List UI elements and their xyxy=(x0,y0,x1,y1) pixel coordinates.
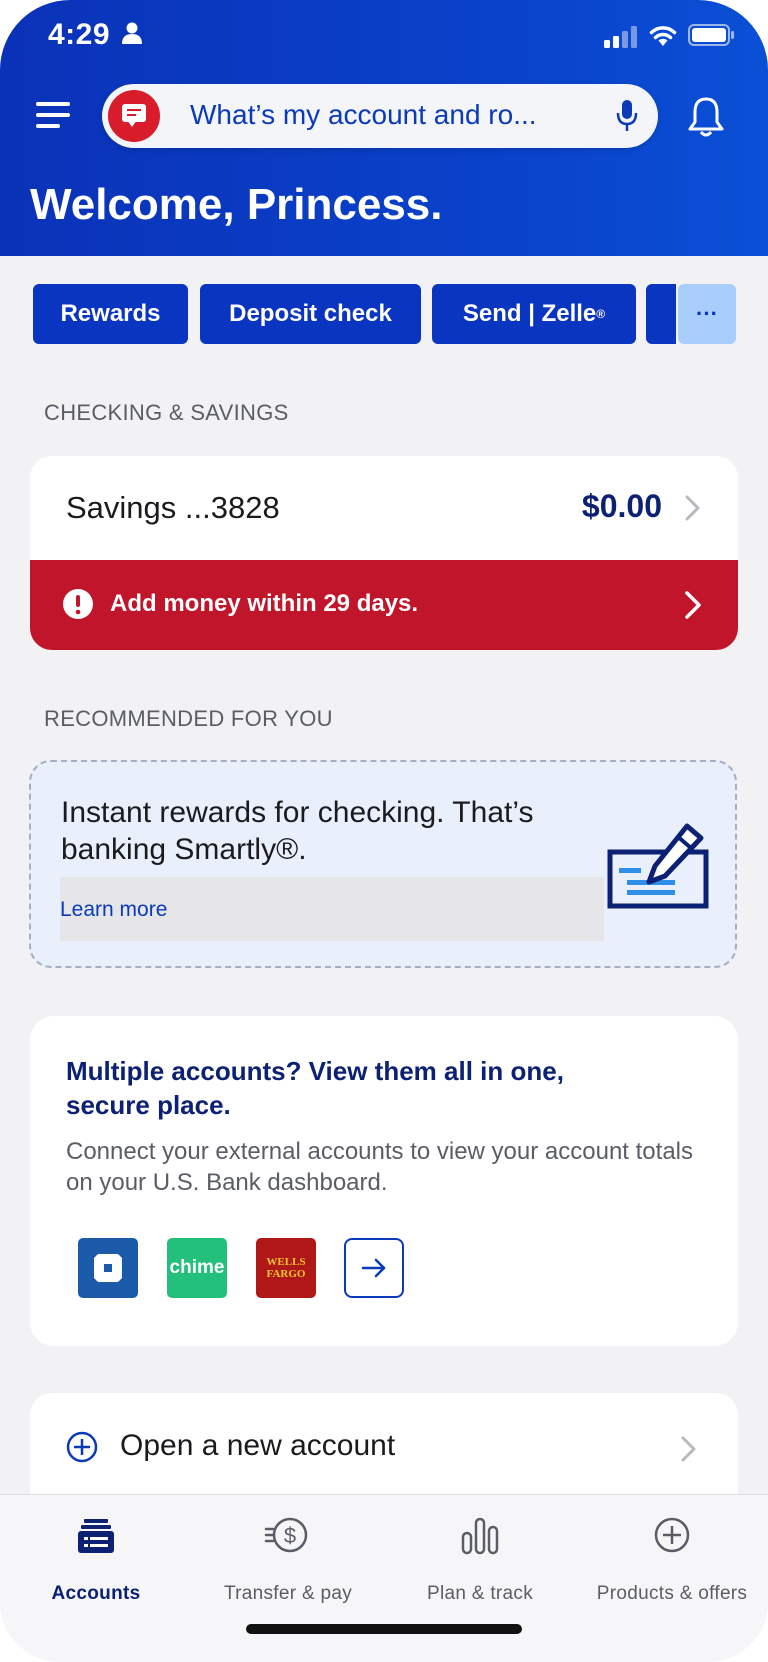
notifications-bell-icon[interactable] xyxy=(686,96,726,143)
battery-icon xyxy=(688,24,736,51)
connect-account-arrow-button[interactable] xyxy=(344,1238,404,1298)
search-query-text: What’s my account and ro... xyxy=(190,99,537,130)
tab-transfer-pay-label: Transfer & pay xyxy=(223,1583,353,1604)
rewards-button[interactable]: Rewards xyxy=(33,284,188,344)
learn-more-area: Learn more xyxy=(60,877,604,941)
svg-text:$: $ xyxy=(284,1523,296,1548)
more-dots-icon: ··· xyxy=(696,301,718,326)
arrow-right-icon xyxy=(346,1258,402,1300)
wells-fargo-logo[interactable]: WELLS FARGO xyxy=(256,1238,316,1298)
wifi-icon xyxy=(648,22,678,51)
more-actions-button[interactable]: ··· xyxy=(678,284,736,344)
chime-logo-text: chime xyxy=(169,1257,225,1278)
alert-text: Add money within 29 days. xyxy=(110,590,419,617)
account-name: Savings ...3828 xyxy=(66,490,280,525)
transfer-pay-icon: $ xyxy=(264,1515,312,1560)
promo-text: Instant rewards for checking. That’s ban… xyxy=(61,796,534,866)
open-new-account-label: Open a new account xyxy=(120,1429,396,1462)
signal-icon xyxy=(604,26,638,53)
recommended-section-label: RECOMMENDED FOR YOU xyxy=(44,706,333,731)
chase-logo[interactable] xyxy=(78,1238,138,1298)
tab-accounts-label: Accounts xyxy=(51,1583,141,1604)
chevron-right-icon xyxy=(680,1435,698,1468)
plus-circle-icon xyxy=(66,1431,98,1468)
savings-account-row[interactable]: Savings ...3828 $0.00 xyxy=(30,456,738,560)
alert-exclamation-icon xyxy=(62,588,94,625)
home-indicator xyxy=(246,1624,522,1634)
zelle-registered-mark: ® xyxy=(596,307,606,321)
external-accounts-title: Multiple accounts? View them all in one,… xyxy=(66,1056,564,1120)
send-zelle-label: Send | Zelle xyxy=(462,300,597,327)
add-money-alert[interactable]: Add money within 29 days. xyxy=(30,560,738,650)
microphone-icon[interactable] xyxy=(616,100,638,137)
external-accounts-description: Connect your external accounts to view y… xyxy=(66,1138,693,1196)
person-icon xyxy=(122,22,142,49)
status-bar: 4:29 xyxy=(0,14,768,58)
assistant-chat-icon xyxy=(108,90,160,142)
wells-fargo-logo-text: WELLS FARGO xyxy=(266,1256,306,1280)
hamburger-menu-icon[interactable] xyxy=(36,102,72,130)
tab-products-offers[interactable]: Products & offers xyxy=(576,1515,768,1605)
account-balance: $0.00 xyxy=(581,488,662,524)
plan-track-icon xyxy=(460,1515,500,1560)
check-writing-icon xyxy=(607,818,711,915)
learn-more-link[interactable]: Learn more xyxy=(60,898,167,922)
chevron-right-icon xyxy=(684,494,702,527)
open-new-account-row[interactable]: Open a new account xyxy=(30,1393,738,1503)
tab-plan-track-label: Plan & track xyxy=(426,1583,534,1604)
chevron-right-icon xyxy=(684,590,702,625)
send-zelle-button[interactable]: Send | Zelle ® xyxy=(432,284,636,344)
smartly-promo-card[interactable]: Instant rewards for checking. That’s ban… xyxy=(29,760,737,968)
tab-products-offers-label: Products & offers xyxy=(596,1583,748,1604)
tab-plan-track[interactable]: Plan & track xyxy=(384,1515,576,1605)
deposit-check-button[interactable]: Deposit check xyxy=(200,284,421,344)
products-offers-icon xyxy=(652,1515,692,1560)
deposit-check-label: Deposit check xyxy=(229,300,392,327)
savings-account-card: Savings ...3828 $0.00 Add money within 2… xyxy=(30,456,738,650)
search-bar[interactable]: What’s my account and ro... xyxy=(102,84,658,148)
welcome-heading: Welcome, Princess. xyxy=(30,180,443,229)
checking-savings-section-label: CHECKING & SAVINGS xyxy=(44,400,289,425)
next-quick-action-button[interactable] xyxy=(646,284,676,344)
app-screen: 4:29 What’s my account and ro... Welcome… xyxy=(0,0,768,1662)
bottom-tab-bar: Accounts $ Transfer & pay Plan & track P… xyxy=(0,1494,768,1662)
status-time: 4:29 xyxy=(48,18,111,51)
external-accounts-card: Multiple accounts? View them all in one,… xyxy=(30,1016,738,1346)
tab-accounts[interactable]: Accounts xyxy=(0,1515,192,1605)
chime-logo[interactable]: chime xyxy=(167,1238,227,1298)
header: 4:29 What’s my account and ro... Welcome… xyxy=(0,0,768,256)
tab-transfer-pay[interactable]: $ Transfer & pay xyxy=(192,1515,384,1605)
accounts-icon xyxy=(76,1515,116,1560)
rewards-button-label: Rewards xyxy=(60,300,161,327)
